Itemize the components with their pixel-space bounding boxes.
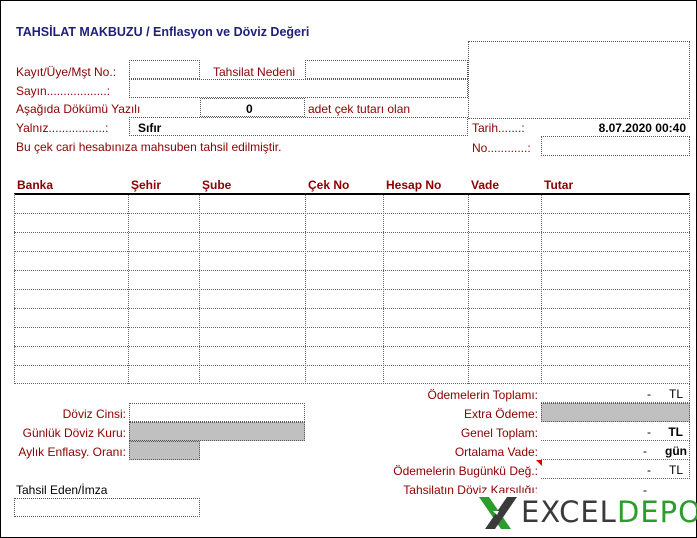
table-row	[14, 289, 690, 290]
odemelerin-toplami-cell[interactable]: - TL	[541, 384, 690, 403]
cek-count-cell[interactable]: 0	[200, 98, 305, 117]
genel-toplam-value: -	[647, 425, 651, 439]
col-vade: Vade	[471, 178, 500, 192]
doviz-cinsi-input[interactable]	[129, 403, 305, 422]
ortalama-vade-label: Ortalama Vade:	[454, 445, 538, 459]
col-sube: Şube	[202, 178, 232, 192]
form-title: TAHSİLAT MAKBUZU / Enflasyon ve Döviz De…	[16, 25, 310, 39]
bugunku-deger-label: Ödemelerin Bugünkü Değ.:	[393, 464, 538, 478]
receipt-page: TAHSİLAT MAKBUZU / Enflasyon ve Döviz De…	[0, 0, 697, 538]
table-row	[14, 327, 690, 328]
yalniz-label: Yalnız.................:	[16, 121, 109, 135]
signature-label: Tahsil Eden/İmza	[16, 483, 108, 497]
mahsuben-text: Bu çek cari hesabınıza mahsuben tahsil e…	[16, 140, 282, 154]
genel-toplam-cell[interactable]: - TL	[541, 422, 690, 441]
col-banka: Banka	[17, 178, 54, 192]
ortalama-vade-cell[interactable]: - gün	[541, 441, 690, 460]
sayin-input[interactable]	[129, 79, 468, 98]
genel-toplam-label: Genel Toplam:	[460, 426, 538, 440]
yalniz-value: Sıfır	[138, 121, 162, 135]
bugunku-deger-value: -	[647, 463, 651, 477]
col-tutar: Tutar	[544, 178, 574, 192]
logo-text-depo: DEPO	[617, 495, 697, 529]
stamp-area-box[interactable]	[468, 41, 690, 119]
tarih-value: 8.07.2020 00:40	[598, 121, 686, 135]
genel-toplam-unit: TL	[668, 425, 683, 439]
signature-box[interactable]	[14, 498, 200, 517]
table-row	[14, 232, 690, 233]
doviz-cinsi-label: Döviz Cinsi:	[62, 407, 126, 421]
gunluk-kur-input[interactable]	[129, 422, 305, 441]
yalniz-input[interactable]: Sıfır	[129, 117, 468, 136]
logo-text-excel: EXCEL	[521, 495, 617, 529]
table-row	[14, 346, 690, 347]
extra-odeme-label: Extra Ödeme:	[463, 407, 538, 421]
ortalama-vade-value: -	[643, 444, 647, 458]
exceldepo-logo: EXCEL DEPO	[477, 493, 697, 533]
table-row	[14, 251, 690, 252]
odemelerin-toplami-unit: TL	[668, 387, 683, 401]
adet-label: adet çek tutarı olan	[308, 102, 411, 116]
table-row	[14, 365, 690, 366]
tahsilat-nedeni-label: Tahsilat Nedeni	[213, 65, 296, 79]
bugunku-deger-unit: TL	[668, 463, 683, 477]
ortalama-vade-unit: gün	[665, 444, 687, 458]
col-hesap-no: Hesap No	[386, 178, 442, 192]
odemelerin-toplami-value: -	[647, 387, 651, 401]
x-logo-icon	[479, 497, 517, 529]
no-label: No............:	[472, 141, 531, 155]
kayit-input[interactable]	[129, 60, 200, 79]
table-row	[14, 270, 690, 271]
aylik-enflasyon-input[interactable]	[129, 441, 200, 460]
odemelerin-toplami-label: Ödemelerin Toplamı:	[427, 388, 539, 402]
sayin-label: Sayın..................:	[16, 84, 111, 98]
asagida-label: Aşağıda Dökümü Yazılı	[16, 102, 141, 116]
extra-odeme-input[interactable]	[541, 403, 690, 422]
gunluk-kur-label: Günlük Döviz Kuru:	[22, 426, 126, 440]
tarih-label: Tarih.......:	[472, 121, 525, 135]
table-row	[14, 213, 690, 214]
col-sehir: Şehir	[131, 178, 162, 192]
col-cek-no: Çek No	[308, 178, 350, 192]
aylik-enflasyon-label: Aylık Enflasy. Oranı:	[18, 445, 126, 459]
cek-count-value: 0	[246, 102, 253, 116]
no-input[interactable]	[541, 136, 690, 156]
bugunku-deger-cell[interactable]: - TL	[541, 460, 690, 479]
kayit-label: Kayıt/Üye/Mşt No.:	[16, 65, 117, 79]
tahsilat-nedeni-input[interactable]	[305, 60, 468, 79]
table-row	[14, 308, 690, 309]
